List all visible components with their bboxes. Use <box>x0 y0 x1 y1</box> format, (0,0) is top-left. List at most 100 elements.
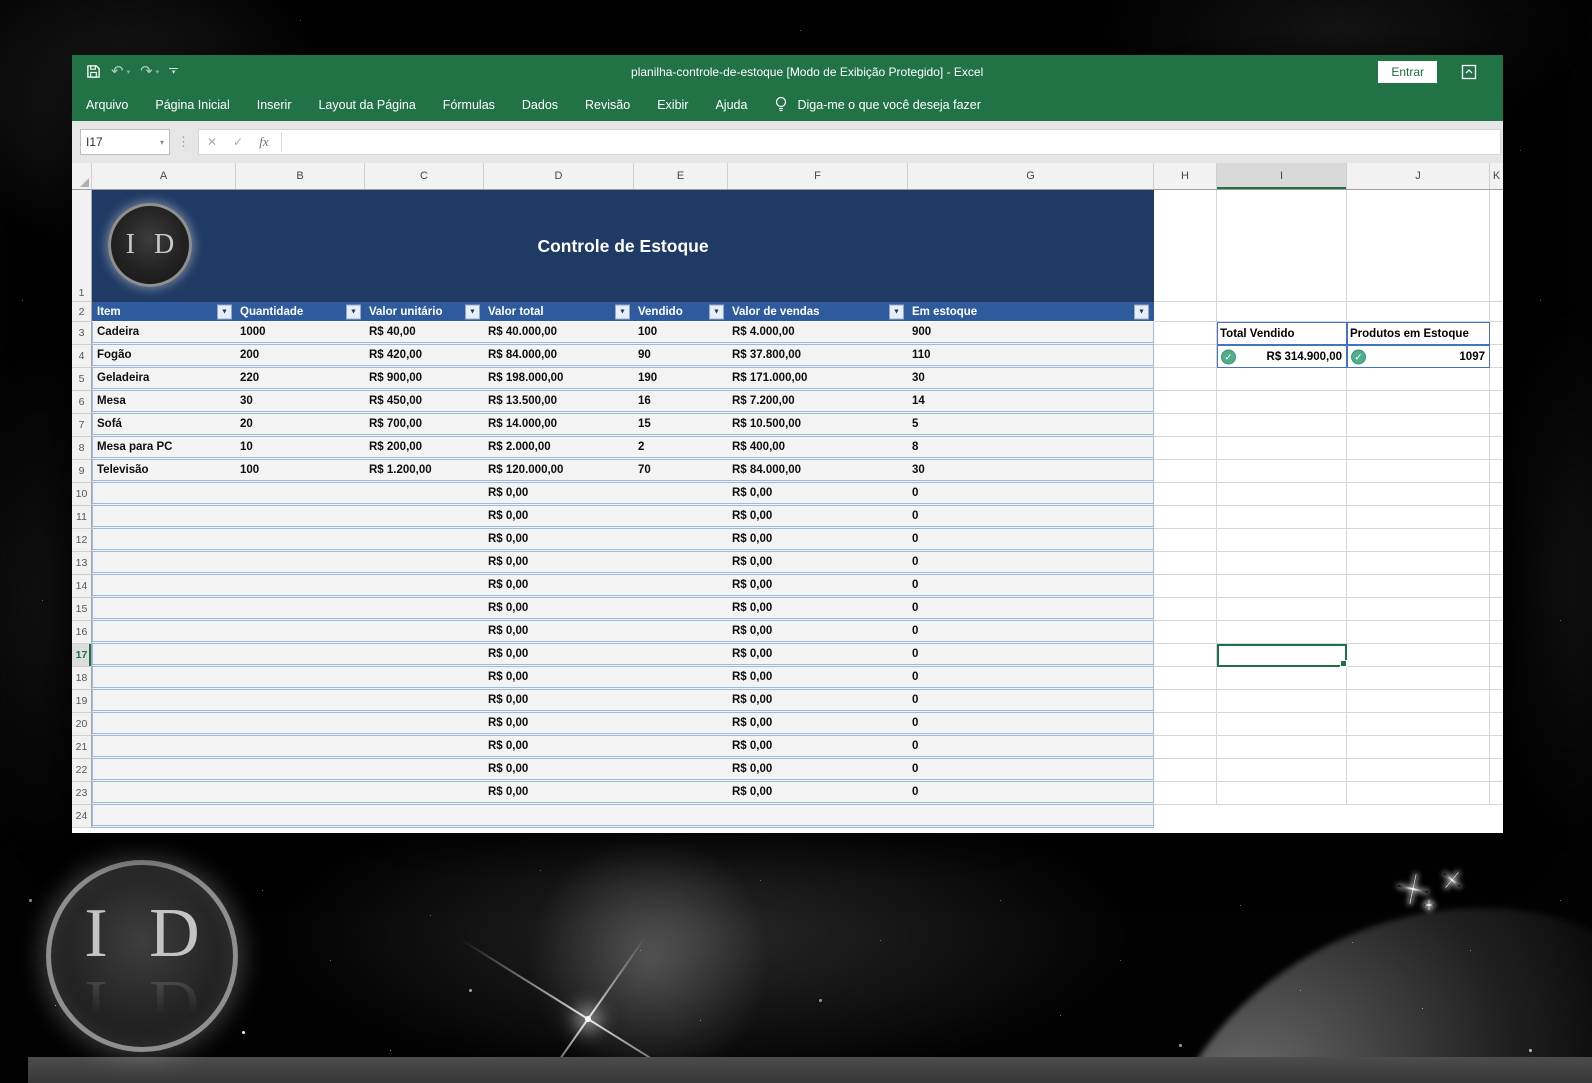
column-header-D[interactable]: D <box>484 163 634 189</box>
cell-A6[interactable]: Mesa <box>93 391 236 411</box>
cell-E9[interactable]: 70 <box>634 460 728 480</box>
cell-D4[interactable]: R$ 84.000,00 <box>484 345 634 365</box>
cell-G10[interactable]: 0 <box>908 483 1153 503</box>
name-box[interactable]: I17 ▾ <box>80 129 170 155</box>
cell-I14[interactable] <box>1217 575 1347 598</box>
cell-K12[interactable] <box>1490 529 1503 552</box>
cell-A3[interactable]: Cadeira <box>93 322 236 342</box>
cell-H22[interactable] <box>1154 759 1217 782</box>
cell-G20[interactable]: 0 <box>908 713 1153 733</box>
cell-F9[interactable]: R$ 84.000,00 <box>728 460 908 480</box>
insert-function-icon[interactable]: fx <box>251 134 277 150</box>
cell-H6[interactable] <box>1154 391 1217 414</box>
cell-H11[interactable] <box>1154 506 1217 529</box>
menu-tab-layout-da-p-gina[interactable]: Layout da Página <box>318 98 415 112</box>
cell-D19[interactable]: R$ 0,00 <box>484 690 634 710</box>
cell-H18[interactable] <box>1154 667 1217 690</box>
cell-H19[interactable] <box>1154 690 1217 713</box>
cell-H16[interactable] <box>1154 621 1217 644</box>
cell-F21[interactable]: R$ 0,00 <box>728 736 908 756</box>
cell-B4[interactable]: 200 <box>236 345 365 365</box>
cell-D17[interactable]: R$ 0,00 <box>484 644 634 664</box>
cell-F12[interactable]: R$ 0,00 <box>728 529 908 549</box>
cell-C18[interactable] <box>365 667 484 687</box>
cell-J16[interactable] <box>1347 621 1490 644</box>
column-header-E[interactable]: E <box>634 163 728 189</box>
cell-B13[interactable] <box>236 552 365 572</box>
menu-tab-inserir[interactable]: Inserir <box>257 98 292 112</box>
row-header-21[interactable]: 21 <box>72 736 92 759</box>
cell-C16[interactable] <box>365 621 484 641</box>
cell-D23[interactable]: R$ 0,00 <box>484 782 634 802</box>
cell-D18[interactable]: R$ 0,00 <box>484 667 634 687</box>
cell-B11[interactable] <box>236 506 365 526</box>
cell-J9[interactable] <box>1347 460 1490 483</box>
cell-B5[interactable]: 220 <box>236 368 365 388</box>
cell-D22[interactable]: R$ 0,00 <box>484 759 634 779</box>
cell-J23[interactable] <box>1347 782 1490 805</box>
cell-E22[interactable] <box>634 759 728 779</box>
cell-H7[interactable] <box>1154 414 1217 437</box>
cell-I23[interactable] <box>1217 782 1347 805</box>
menu-tab-arquivo[interactable]: Arquivo <box>86 98 128 112</box>
cell-J8[interactable] <box>1347 437 1490 460</box>
banner-cell[interactable]: I D Controle de Estoque <box>92 190 1154 302</box>
cell-C17[interactable] <box>365 644 484 664</box>
cell-F4[interactable]: R$ 37.800,00 <box>728 345 908 365</box>
row-header-3[interactable]: 3 <box>72 322 92 345</box>
table-header-E[interactable]: Vendido ▼ <box>633 302 727 321</box>
cell-B18[interactable] <box>236 667 365 687</box>
cell-H23[interactable] <box>1154 782 1217 805</box>
cell-D16[interactable]: R$ 0,00 <box>484 621 634 641</box>
cell-I16[interactable] <box>1217 621 1347 644</box>
cell-K2[interactable] <box>1490 302 1503 322</box>
table-header-F[interactable]: Valor de vendas ▼ <box>727 302 907 321</box>
tell-me-box[interactable]: Diga-me o que você deseja fazer <box>774 96 981 113</box>
cell-H8[interactable] <box>1154 437 1217 460</box>
cell-A18[interactable] <box>93 667 236 687</box>
cell-F10[interactable]: R$ 0,00 <box>728 483 908 503</box>
cell-F17[interactable]: R$ 0,00 <box>728 644 908 664</box>
filter-dropdown-icon-G[interactable]: ▼ <box>1134 304 1149 319</box>
cell-A17[interactable] <box>93 644 236 664</box>
cell-C22[interactable] <box>365 759 484 779</box>
row-header-11[interactable]: 11 <box>72 506 92 529</box>
cell-A7[interactable]: Sofá <box>93 414 236 434</box>
column-header-G[interactable]: G <box>908 163 1154 189</box>
column-header-F[interactable]: F <box>728 163 908 189</box>
cell-G12[interactable]: 0 <box>908 529 1153 549</box>
cell-A10[interactable] <box>93 483 236 503</box>
cell-F19[interactable]: R$ 0,00 <box>728 690 908 710</box>
row-header-1[interactable]: 1 <box>72 190 92 302</box>
cell-J10[interactable] <box>1347 483 1490 506</box>
cell-K19[interactable] <box>1490 690 1503 713</box>
cell-C21[interactable] <box>365 736 484 756</box>
cell-I9[interactable] <box>1217 460 1347 483</box>
cell-E6[interactable]: 16 <box>634 391 728 411</box>
column-header-C[interactable]: C <box>365 163 484 189</box>
column-header-A[interactable]: A <box>92 163 236 189</box>
menu-tab-dados[interactable]: Dados <box>522 98 558 112</box>
cell-F5[interactable]: R$ 171.000,00 <box>728 368 908 388</box>
select-all-button[interactable] <box>72 163 92 189</box>
cell-C14[interactable] <box>365 575 484 595</box>
sign-in-button[interactable]: Entrar <box>1378 60 1437 83</box>
cell-B8[interactable]: 10 <box>236 437 365 457</box>
row-header-23[interactable]: 23 <box>72 782 92 805</box>
cell-J7[interactable] <box>1347 414 1490 437</box>
cell-B6[interactable]: 30 <box>236 391 365 411</box>
cell-G11[interactable]: 0 <box>908 506 1153 526</box>
cell-E17[interactable] <box>634 644 728 664</box>
cell-A16[interactable] <box>93 621 236 641</box>
total-vendido-value-cell[interactable]: ✓ R$ 314.900,00 <box>1217 345 1347 368</box>
name-box-dropdown-icon[interactable]: ▾ <box>160 138 164 147</box>
cell-K10[interactable] <box>1490 483 1503 506</box>
cell-K7[interactable] <box>1490 414 1503 437</box>
confirm-icon[interactable]: ✓ <box>225 135 251 149</box>
row-header-13[interactable]: 13 <box>72 552 92 575</box>
cell-A19[interactable] <box>93 690 236 710</box>
cell-J19[interactable] <box>1347 690 1490 713</box>
cell-J20[interactable] <box>1347 713 1490 736</box>
cell-I15[interactable] <box>1217 598 1347 621</box>
menu-tab-f-rmulas[interactable]: Fórmulas <box>443 98 495 112</box>
